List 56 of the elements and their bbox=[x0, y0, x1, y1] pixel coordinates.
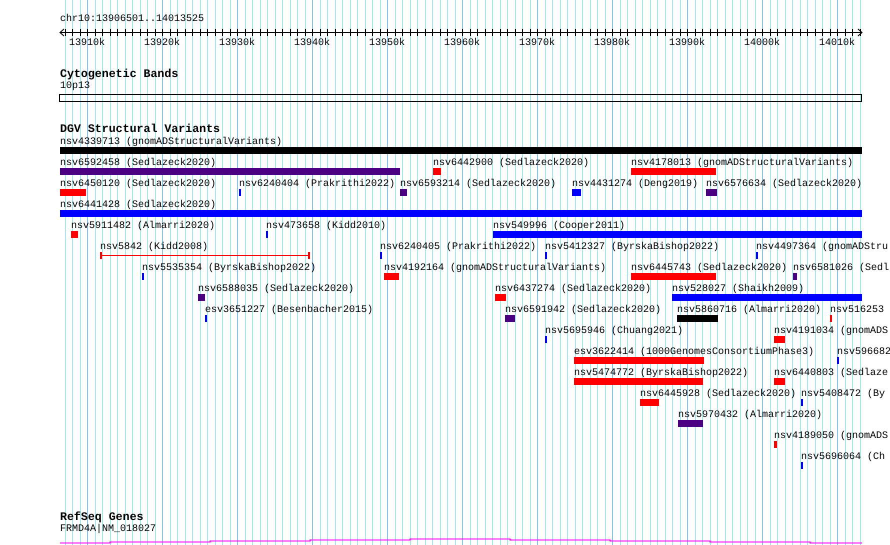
variant-label: nsv6581026 (Sedl bbox=[793, 263, 890, 274]
ruler-tick-label: 14010k bbox=[819, 38, 855, 50]
variant-label: esv3651227 (Besenbacher2015) bbox=[205, 305, 374, 316]
ruler-tick-label: 13930k bbox=[219, 38, 255, 50]
variant-label: nsv4339713 (gnomADStructuralVariants) bbox=[60, 137, 282, 148]
variant-label: nsv5842 (Kidd2008) bbox=[100, 242, 208, 253]
ruler-tick-label: 13950k bbox=[369, 38, 405, 50]
variant-label: nsv4191034 (gnomADS bbox=[774, 326, 888, 337]
variant-label: nsv6591942 (Sedlazeck2020) bbox=[505, 305, 662, 316]
track-title: Cytogenetic Bands bbox=[60, 68, 178, 81]
variant-label: nsv6445743 (Sedlazeck2020) bbox=[631, 263, 788, 274]
ruler-tick-label: 13920k bbox=[144, 38, 180, 50]
variant-label: nsv6240405 (Prakrithi2022) bbox=[380, 242, 536, 253]
region-label: chr10:13906501..14013525 bbox=[60, 12, 204, 26]
ruler-tick-label: 14000k bbox=[744, 38, 780, 50]
variant-label: nsv516253 bbox=[830, 305, 884, 316]
band-label: 10p13 bbox=[60, 81, 90, 93]
variant-label: nsv528027 (Shaikh2009) bbox=[672, 284, 804, 295]
variant-label: nsv5474772 (ByrskaBishop2022) bbox=[574, 368, 748, 379]
variant-label: nsv5696064 (Ch bbox=[801, 452, 886, 463]
variant-label: nsv5860716 (Almarri2020) bbox=[677, 305, 822, 316]
track-title: RefSeq Genes bbox=[60, 511, 144, 524]
variant-label: nsv6437274 (Sedlazeck2020) bbox=[495, 284, 652, 295]
gene-label: FRMD4A|NM_018027 bbox=[60, 524, 156, 536]
variant-label: nsv6593214 (Sedlazeck2020) bbox=[400, 179, 556, 190]
variant-label: nsv5535354 (ByrskaBishop2022) bbox=[142, 263, 316, 274]
variant-label: nsv6441428 (Sedlazeck2020) bbox=[60, 200, 216, 211]
variant-label: nsv5911482 (Almarri2020) bbox=[71, 221, 216, 232]
variant-label: nsv4497364 (gnomADStru bbox=[756, 242, 888, 253]
variant-label: nsv5408472 (By bbox=[801, 389, 886, 400]
track-title: DGV Structural Variants bbox=[60, 123, 220, 136]
ruler-tick-label: 13940k bbox=[294, 38, 330, 50]
variant-label: nsv4178013 (gnomADStructuralVariants) bbox=[631, 158, 854, 169]
variant-label: nsv473658 (Kidd2010) bbox=[266, 221, 386, 232]
variant-label: nsv549996 (Cooper2011) bbox=[493, 221, 626, 232]
variant-label: nsv4431274 (Deng2019) bbox=[572, 179, 698, 190]
variant-label: nsv6588035 (Sedlazeck2020) bbox=[198, 284, 354, 295]
variant-label: nsv6450120 (Sedlazeck2020) bbox=[60, 179, 216, 190]
variant-label: nsv5970432 (Almarri2020) bbox=[678, 410, 822, 421]
variant-label: nsv6240404 (Prakrithi2022) bbox=[239, 179, 396, 190]
variant-label: nsv5412327 (ByrskaBishop2022) bbox=[545, 242, 720, 253]
variant-label: nsv596682 bbox=[837, 347, 890, 358]
variant-label: nsv6576634 (Sedlazeck2020) bbox=[706, 179, 862, 190]
variant-label: esv3622414 (1000GenomesConsortiumPhase3) bbox=[574, 347, 814, 358]
variant-label: nsv6592458 (Sedlazeck2020) bbox=[60, 158, 216, 169]
variant-label: nsv5695946 (Chuang2021) bbox=[545, 326, 684, 337]
ruler-tick-label: 13910k bbox=[69, 38, 105, 50]
variant-label: nsv4189050 (gnomADS bbox=[774, 431, 888, 442]
ruler-tick-label: 13960k bbox=[444, 38, 480, 50]
variant-label: nsv6445928 (Sedlazeck2020) bbox=[640, 389, 796, 400]
ruler-tick-label: 13990k bbox=[669, 38, 705, 50]
variant-label: nsv4192164 (gnomADStructuralVariants) bbox=[384, 263, 606, 274]
variant-label: nsv6440803 (Sedlaze bbox=[774, 368, 888, 379]
variant-label: nsv6442900 (Sedlazeck2020) bbox=[433, 158, 590, 169]
ruler-tick-label: 13970k bbox=[519, 38, 555, 50]
ruler-tick-label: 13980k bbox=[594, 38, 630, 50]
